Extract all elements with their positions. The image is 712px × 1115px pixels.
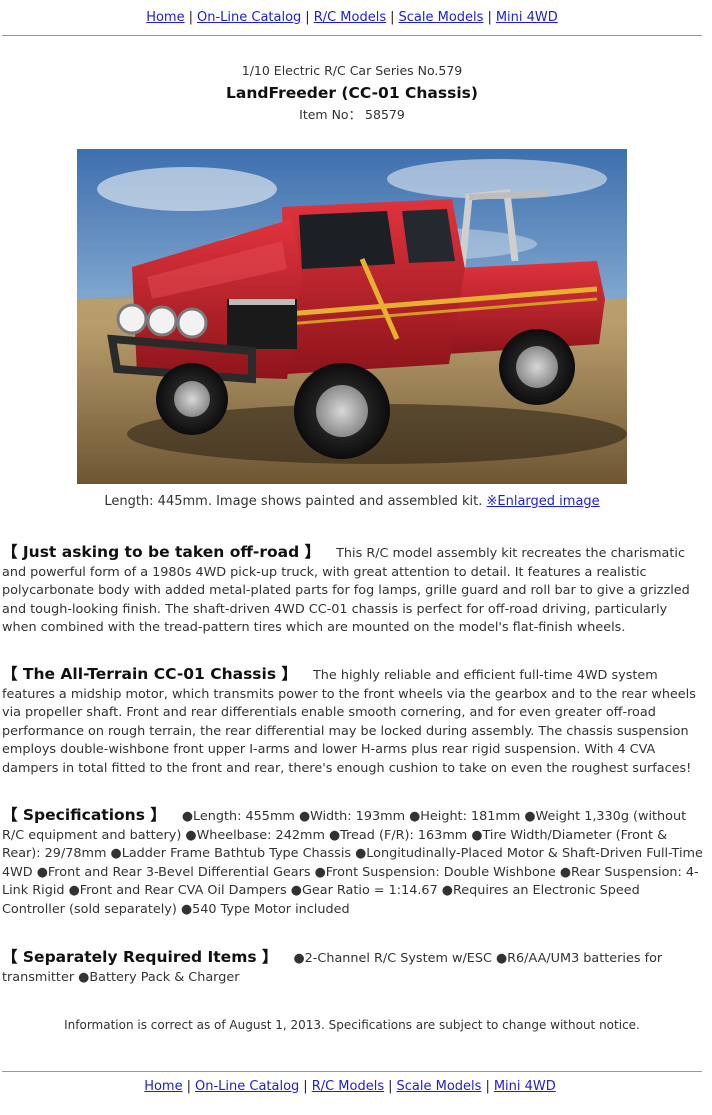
product-title: LandFreeder (CC-01 Chassis) — [226, 84, 478, 102]
nav-scale-models-link[interactable]: Scale Models — [397, 1079, 482, 1094]
disclaimer-note: Information is correct as of August 1, 2… — [64, 1018, 640, 1032]
nav-rc-models-link[interactable]: R/C Models — [312, 1079, 384, 1094]
section-required-items: 【 Separately Required Items 】 ●2-Channel … — [2, 948, 704, 987]
bottom-divider — [2, 1071, 702, 1072]
nav-separator: | — [388, 1079, 393, 1094]
nav-separator: | — [303, 1079, 308, 1094]
nav-home-link[interactable]: Home — [144, 1079, 182, 1094]
nav-separator: | — [305, 10, 310, 25]
enlarged-image-link[interactable]: ※Enlarged image — [487, 494, 600, 509]
nav-online-catalog-link[interactable]: On-Line Catalog — [195, 1079, 299, 1094]
nav-separator: | — [188, 10, 193, 25]
product-photo — [77, 149, 627, 484]
top-divider — [2, 35, 702, 36]
section-body: ●Length: 455mm ●Width: 193mm ●Height: 18… — [2, 809, 703, 917]
caption-text: Length: 445mm. Image shows painted and a… — [104, 494, 487, 509]
nav-rc-models-link[interactable]: R/C Models — [314, 10, 386, 25]
nav-mini4wd-link[interactable]: Mini 4WD — [494, 1079, 556, 1094]
nav-online-catalog-link[interactable]: On-Line Catalog — [197, 10, 301, 25]
nav-separator: | — [390, 10, 395, 25]
nav-scale-models-link[interactable]: Scale Models — [399, 10, 484, 25]
section-heading: 【 The All-Terrain CC-01 Chassis 】 — [2, 665, 297, 683]
nav-home-link[interactable]: Home — [146, 10, 184, 25]
section-heading: 【 Specifications 】 — [2, 806, 166, 824]
nav-mini4wd-link[interactable]: Mini 4WD — [496, 10, 558, 25]
nav-separator: | — [487, 10, 492, 25]
section-specifications: 【 Specifications 】 ●Length: 455mm ●Width:… — [2, 806, 704, 920]
section-off-road: 【 Just asking to be taken off-road 】 This… — [2, 543, 704, 638]
section-heading: 【 Just asking to be taken off-road 】 — [2, 543, 321, 561]
section-heading: 【 Separately Required Items 】 — [2, 948, 278, 966]
product-item-number: Item No： 58579 — [299, 107, 405, 122]
section-body: The highly reliable and efficient full-t… — [2, 668, 696, 776]
product-series: 1/10 Electric R/C Car Series No.579 — [241, 63, 463, 78]
nav-separator: | — [485, 1079, 490, 1094]
nav-separator: | — [186, 1079, 191, 1094]
section-chassis: 【 The All-Terrain CC-01 Chassis 】 The hig… — [2, 665, 704, 779]
top-navigation: Home | On-Line Catalog | R/C Models | Scale Mo… — [0, 10, 704, 25]
photo-caption: Length: 445mm. Image shows painted and a… — [0, 494, 704, 509]
bottom-navigation: Home | On-Line Catalog | R/C Models | Scale Mo… — [0, 1079, 700, 1094]
